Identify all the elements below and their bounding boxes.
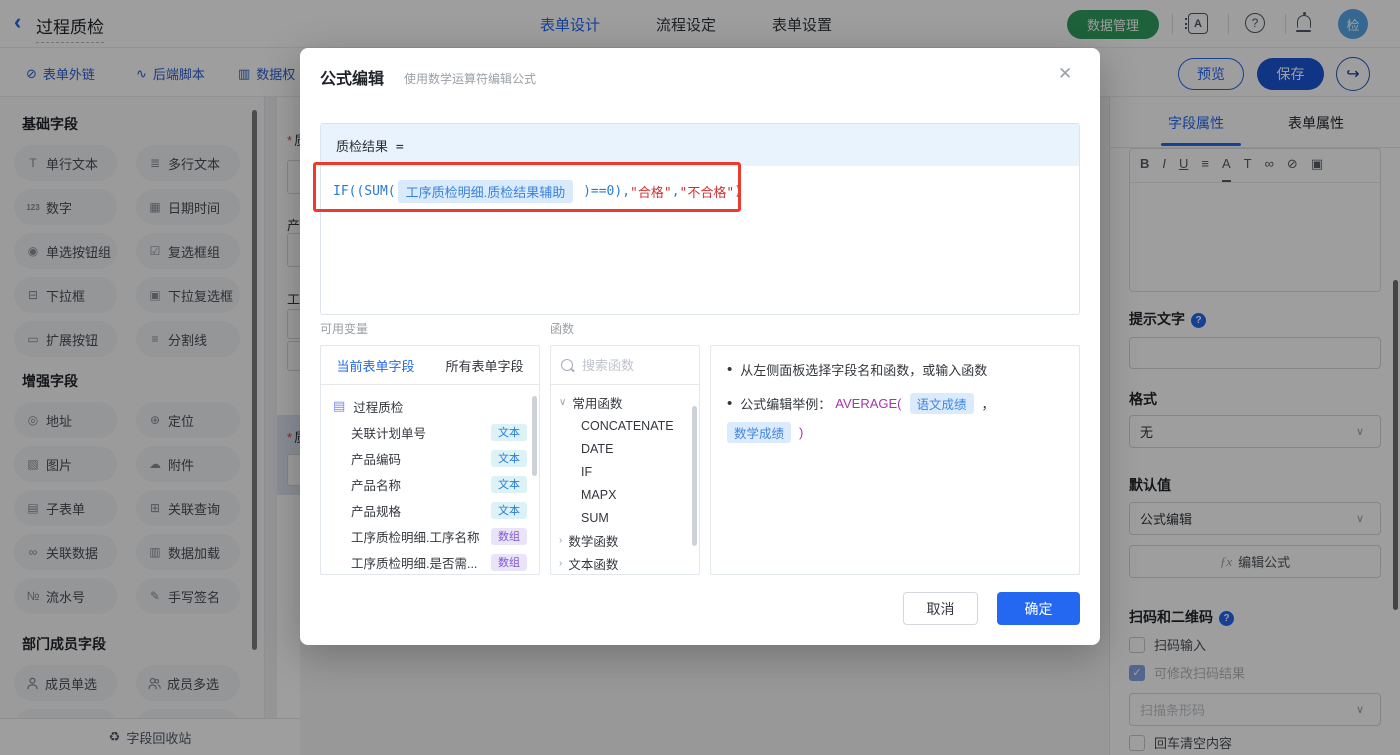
variable-name: 产品规格	[351, 504, 402, 519]
type-badge: 文本	[491, 475, 527, 493]
function-item[interactable]: IF	[551, 460, 699, 483]
type-badge: 文本	[491, 501, 527, 519]
function-name: MAPX	[581, 487, 617, 502]
group-label: 文本函数	[568, 558, 619, 572]
variable-root[interactable]: ▤ 过程质检	[321, 393, 539, 419]
chevron-down-icon: ∨	[559, 397, 567, 408]
chevron-right-icon: ›	[559, 558, 563, 569]
bullet-icon: •	[727, 361, 733, 378]
variable-name: 过程质检	[353, 400, 404, 415]
group-label: 数学函数	[568, 535, 619, 549]
functions-scrollbar[interactable]	[692, 406, 697, 546]
functions-caption: 函数	[550, 322, 575, 336]
function-item[interactable]: DATE	[551, 437, 699, 460]
hint-line-1: • 从左侧面板选择字段名和函数，或输入函数	[727, 360, 1063, 379]
group-label: 常用函数	[572, 397, 623, 411]
chevron-right-icon: ›	[559, 535, 563, 546]
variable-name: 产品编码	[351, 452, 402, 467]
formula-target: 质检结果 =	[321, 124, 1079, 166]
function-item[interactable]: CONCATENATE	[551, 414, 699, 437]
hint-line-2: • 公式编辑举例： AVERAGE( 语文成绩 ， 数学成绩 )	[727, 393, 1063, 443]
example-function-open: AVERAGE(	[835, 396, 902, 411]
variables-panel: 当前表单字段 所有表单字段 ▤ 过程质检 关联计划单号 文本 产品编码 文本 产品名…	[320, 345, 540, 575]
search-icon	[561, 359, 573, 371]
functions-panel: ∨ 常用函数 CONCATENATE DATE IF MAPX SUM › 数学函数…	[550, 345, 700, 575]
variables-list: ▤ 过程质检 关联计划单号 文本 产品编码 文本 产品名称 文本 产品规格 文本 工序质…	[321, 385, 539, 574]
variable-row[interactable]: 关联计划单号 文本	[321, 419, 539, 445]
variables-caption: 可用变量	[320, 322, 369, 336]
function-tree: ∨ 常用函数 CONCATENATE DATE IF MAPX SUM › 数学函数…	[551, 385, 699, 574]
modal-subtitle: 使用数学运算符编辑公式	[404, 72, 537, 86]
tab-current-form-fields[interactable]: 当前表单字段	[321, 356, 430, 375]
function-name: DATE	[581, 441, 614, 456]
formula-editor[interactable]: 质检结果 = IF((SUM( 工序质检明细.质检结果辅助 )==0), "合格…	[320, 123, 1080, 315]
type-badge: 文本	[491, 423, 527, 441]
variables-scrollbar[interactable]	[532, 396, 537, 476]
hint-text: 公式编辑举例：	[740, 397, 832, 412]
function-group-text[interactable]: › 文本函数	[551, 552, 699, 574]
bullet-icon: •	[727, 395, 733, 412]
type-badge: 文本	[491, 449, 527, 467]
hints-panel: • 从左侧面板选择字段名和函数，或输入函数 • 公式编辑举例： AVERAGE(…	[710, 345, 1080, 575]
variable-row[interactable]: 产品规格 文本	[321, 497, 539, 523]
variable-name: 工序质检明细.是否需...	[351, 556, 478, 571]
function-name: IF	[581, 464, 593, 479]
example-field-chip: 语文成绩	[909, 393, 974, 414]
screen: ‹ 过程质检 表单设计 流程设定 表单设置 数据管理 A ? 检 ⊘ 表单外链 …	[0, 0, 1400, 755]
formula-edit-modal: 公式编辑 使用数学运算符编辑公式 ✕ 质检结果 = IF((SUM( 工序质检明…	[300, 48, 1100, 645]
function-item[interactable]: SUM	[551, 506, 699, 529]
variable-row[interactable]: 产品编码 文本	[321, 445, 539, 471]
function-name: SUM	[581, 510, 609, 525]
hint-text: ，	[981, 397, 995, 412]
variables-tabs: 当前表单字段 所有表单字段	[321, 346, 539, 385]
tab-all-form-fields[interactable]: 所有表单字段	[430, 356, 539, 375]
search-input[interactable]	[580, 356, 684, 374]
type-badge: 数组	[491, 527, 527, 545]
example-function-close: )	[799, 425, 804, 440]
type-badge: 数组	[491, 553, 527, 571]
variable-row[interactable]: 工序质检明细.工序名称 数组	[321, 523, 539, 549]
function-group-common[interactable]: ∨ 常用函数	[551, 391, 699, 414]
function-search	[551, 346, 699, 385]
formula-lhs: 质检结果 =	[336, 139, 404, 155]
hint-text: 从左侧面板选择字段名和函数，或输入函数	[740, 363, 988, 378]
variable-row[interactable]: 产品名称 文本	[321, 471, 539, 497]
function-group-math[interactable]: › 数学函数	[551, 529, 699, 552]
example-field-chip: 数学成绩	[727, 422, 792, 443]
variable-name: 关联计划单号	[351, 426, 427, 441]
variable-name: 产品名称	[351, 478, 402, 493]
function-item[interactable]: MAPX	[551, 483, 699, 506]
cancel-button[interactable]: 取消	[903, 592, 978, 625]
variable-row[interactable]: 工序质检明细.是否需... 数组	[321, 549, 539, 574]
modal-title: 公式编辑	[320, 71, 385, 88]
variable-name: 工序质检明细.工序名称	[351, 530, 480, 545]
confirm-button[interactable]: 确定	[997, 592, 1080, 625]
close-icon[interactable]: ✕	[1058, 64, 1072, 84]
function-name: CONCATENATE	[581, 418, 674, 433]
document-icon: ▤	[333, 398, 346, 413]
annotation-highlight-box	[313, 162, 741, 212]
